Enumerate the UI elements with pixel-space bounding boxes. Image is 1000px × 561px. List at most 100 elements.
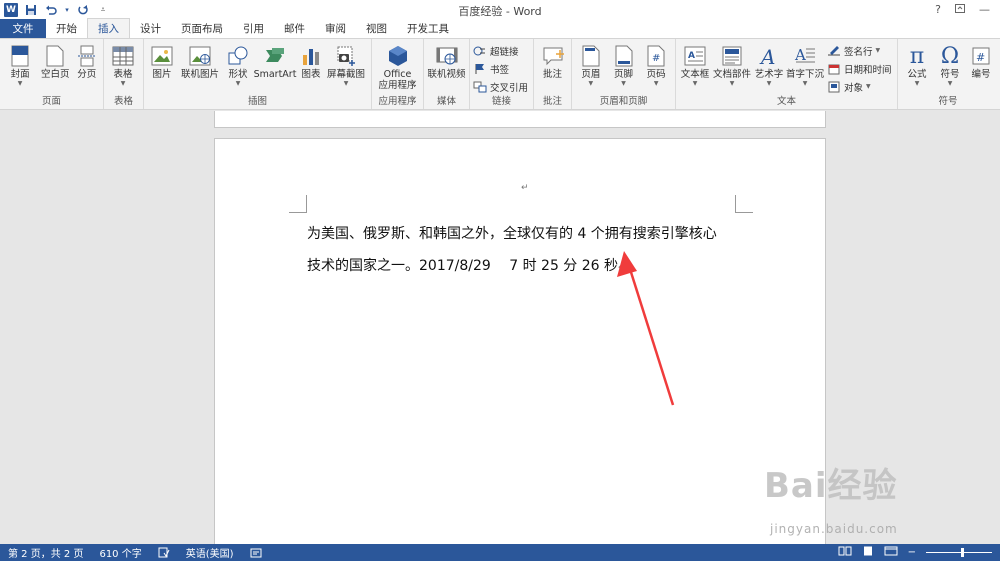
tab-insert[interactable]: 插入 — [87, 18, 130, 38]
tab-view[interactable]: 视图 — [356, 19, 397, 38]
minimize-icon[interactable]: — — [979, 3, 990, 16]
proofing-icon[interactable] — [150, 547, 178, 558]
bookmark-button[interactable]: 书签 — [473, 61, 530, 76]
blank-page-icon — [43, 43, 67, 69]
group-header-footer: 页眉 ▼ 页脚 ▼ # 页码 ▼ 页眉和页脚 — [572, 39, 676, 109]
smartart-label: SmartArt — [253, 69, 297, 80]
chevron-down-icon: ▼ — [120, 80, 126, 87]
table-icon — [111, 43, 135, 69]
tab-layout[interactable]: 页面布局 — [171, 19, 233, 38]
shapes-icon — [226, 43, 250, 69]
object-button[interactable]: 对象 ▼ — [827, 79, 892, 94]
quick-parts-button[interactable]: 文档部件 ▼ — [712, 41, 752, 94]
redo-icon[interactable] — [76, 3, 90, 17]
paragraph-mark: ↵ — [618, 263, 626, 273]
page-number-icon: # — [644, 43, 668, 69]
picture-button[interactable]: 图片 — [147, 41, 177, 88]
drop-cap-icon: A — [793, 43, 817, 69]
web-layout-icon[interactable] — [884, 546, 898, 559]
group-pages-label: 页面 — [41, 96, 61, 107]
window-controls: ? — — [935, 0, 1000, 19]
equation-button[interactable]: π 公式 ▼ — [901, 41, 933, 88]
group-media-label: 媒体 — [436, 96, 456, 107]
cross-reference-label: 交叉引用 — [490, 82, 529, 94]
drop-cap-button[interactable]: A 首字下沉 ▼ — [786, 41, 824, 94]
zoom-slider-thumb[interactable] — [961, 548, 965, 557]
chevron-down-icon: ▼ — [875, 46, 881, 54]
undo-icon[interactable] — [44, 3, 58, 17]
office-store-icon — [386, 43, 410, 69]
tab-file[interactable]: 文件 — [0, 19, 46, 38]
hyperlink-button[interactable]: 超链接 — [473, 43, 530, 58]
number-label: 编号 — [971, 69, 991, 80]
svg-text:A: A — [688, 51, 695, 61]
word-count[interactable]: 610 个字 — [91, 545, 149, 560]
object-icon — [827, 80, 841, 94]
tab-design[interactable]: 设计 — [130, 19, 171, 38]
word-app-icon[interactable]: W — [4, 2, 18, 17]
online-picture-button[interactable]: 联机图片 — [178, 41, 222, 88]
office-apps-button[interactable]: Office 应用程序 — [375, 41, 420, 91]
page-number-button[interactable]: # 页码 ▼ — [640, 41, 672, 88]
ribbon-display-options-icon[interactable] — [955, 3, 965, 16]
shapes-button[interactable]: 形状 ▼ — [223, 41, 253, 88]
blank-page-button[interactable]: 空白页 — [38, 41, 72, 88]
textbox-button[interactable]: A 文本框 ▼ — [679, 41, 711, 94]
page-break-button[interactable]: 分页 — [73, 41, 100, 88]
number-button[interactable]: # 编号 — [967, 41, 995, 88]
group-pages: 封面 ▼ 空白页 分页 页面 — [0, 39, 104, 109]
screenshot-button[interactable]: 屏幕截图 ▼ — [326, 41, 366, 88]
language-indicator[interactable]: 英语(美国) — [178, 545, 242, 560]
svg-text:#: # — [652, 53, 660, 64]
picture-icon — [150, 43, 174, 69]
picture-label: 图片 — [152, 69, 172, 80]
customize-qat-icon[interactable]: ⩡ — [96, 3, 110, 17]
tab-references[interactable]: 引用 — [233, 19, 274, 38]
save-icon[interactable] — [24, 3, 38, 17]
office-apps-label-2: 应用程序 — [378, 80, 417, 91]
wordart-button[interactable]: A 艺术字 ▼ — [753, 41, 785, 94]
group-tables: 表格 ▼ 表格 — [104, 39, 144, 109]
bookmark-label: 书签 — [490, 64, 510, 76]
previous-page[interactable] — [214, 111, 826, 128]
hyperlink-label: 超链接 — [490, 46, 519, 58]
svg-text:A: A — [759, 45, 775, 67]
signature-line-button[interactable]: 签名行 ▼ — [827, 43, 892, 58]
chevron-down-icon: ▼ — [866, 82, 871, 90]
screenshot-label: 屏幕截图 — [326, 69, 365, 80]
chevron-down-icon: ▼ — [947, 80, 953, 87]
group-text-label: 文本 — [776, 96, 796, 107]
new-comment-button[interactable]: 批注 — [537, 41, 568, 80]
zoom-slider[interactable] — [926, 548, 992, 557]
online-video-button[interactable]: 联机视频 — [427, 41, 466, 80]
document-body-text[interactable]: 为美国、俄罗斯、和韩国之外，全球仅有的 4 个拥有搜索引擎核心 技术的国家之一。… — [307, 218, 747, 284]
cover-page-button[interactable]: 封面 ▼ — [3, 41, 37, 88]
chart-icon — [299, 43, 323, 69]
macro-record-icon[interactable] — [242, 548, 270, 558]
print-layout-icon[interactable] — [862, 546, 874, 559]
tab-developer[interactable]: 开发工具 — [397, 19, 459, 38]
chevron-down-icon: ▼ — [235, 80, 241, 87]
zoom-out-icon[interactable]: − — [908, 547, 916, 558]
document-area[interactable]: ↵ 为美国、俄罗斯、和韩国之外，全球仅有的 4 个拥有搜索引擎核心 技术的国家之… — [0, 111, 1000, 544]
tab-review[interactable]: 审阅 — [315, 19, 356, 38]
tab-mailings[interactable]: 邮件 — [274, 19, 315, 38]
paragraph-mark: ↵ — [521, 183, 529, 193]
read-mode-icon[interactable] — [838, 546, 852, 559]
document-page[interactable]: ↵ 为美国、俄罗斯、和韩国之外，全球仅有的 4 个拥有搜索引擎核心 技术的国家之… — [214, 138, 826, 544]
symbol-button[interactable]: Ω 符号 ▼ — [934, 41, 966, 88]
group-illustrations: 图片 联机图片 形状 ▼ SmartArt 图表 屏幕截图 ▼ 插图 — [144, 39, 372, 109]
header-button[interactable]: 页眉 ▼ — [575, 41, 607, 88]
footer-button[interactable]: 页脚 ▼ — [608, 41, 640, 88]
date-time-button[interactable]: 日期和时间 — [827, 61, 892, 76]
cross-reference-button[interactable]: 交叉引用 — [473, 79, 530, 94]
smartart-button[interactable]: SmartArt — [254, 41, 296, 88]
chart-button[interactable]: 图表 — [297, 41, 325, 88]
help-button[interactable]: ? — [935, 3, 941, 16]
undo-dropdown-icon[interactable]: ▾ — [64, 3, 70, 17]
table-button[interactable]: 表格 ▼ — [107, 41, 139, 88]
page-count[interactable]: 第 2 页，共 2 页 — [0, 545, 91, 560]
group-text: A 文本框 ▼ 文档部件 ▼ A 艺术字 ▼ A 首字下沉 ▼ 签名行 ▼ 日期… — [676, 39, 898, 109]
tab-home[interactable]: 开始 — [46, 19, 87, 38]
cover-page-icon — [8, 43, 32, 69]
